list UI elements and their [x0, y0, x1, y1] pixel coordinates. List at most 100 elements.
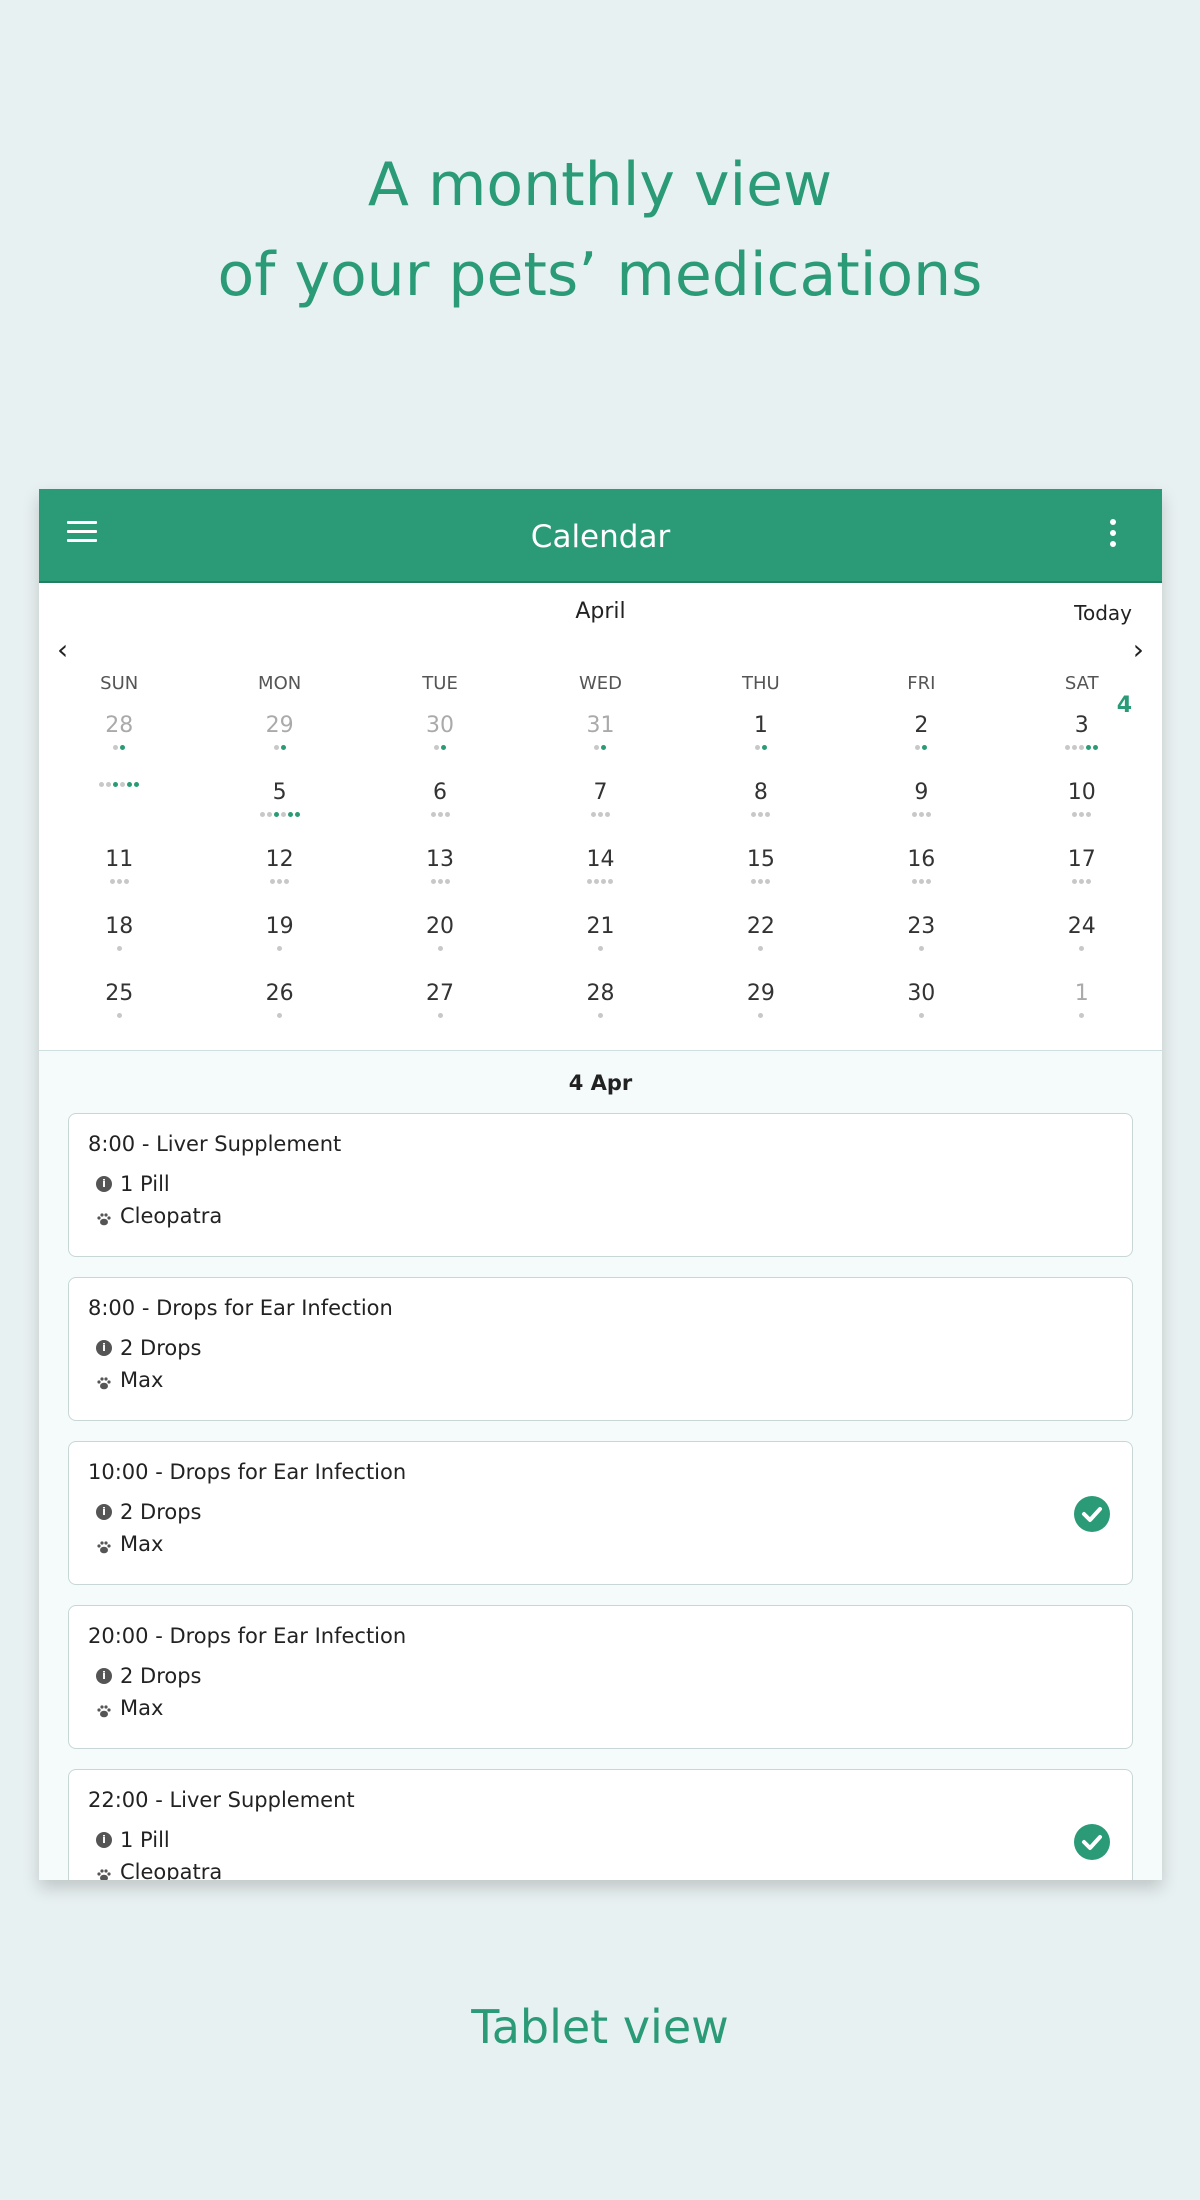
dose-dot [1079, 946, 1085, 951]
dose-dots [39, 782, 199, 787]
info-icon: i [96, 1340, 112, 1356]
day-number: 10 [1067, 780, 1096, 805]
calendar-day[interactable]: 28 [39, 711, 199, 778]
paw-icon [96, 1864, 112, 1880]
calendar-day[interactable]: 6 [360, 778, 520, 845]
calendar-day[interactable]: 29 [681, 979, 841, 1046]
dose-dot [123, 879, 129, 884]
calendar-day[interactable]: 25 [39, 979, 199, 1046]
calendar-day[interactable]: 1 [1002, 979, 1162, 1046]
calendar-day[interactable]: 11 [39, 845, 199, 912]
pet-row: Cleopatra [88, 1856, 1113, 1880]
dose-dot [918, 812, 924, 817]
dose-text: 2 Drops [120, 1500, 202, 1524]
day-number: 22 [746, 914, 775, 939]
medication-card[interactable]: 8:00 - Liver Supplement i 1 Pill Cleopatr… [68, 1113, 1133, 1257]
calendar-day[interactable]: 13 [360, 845, 520, 912]
dose-dots [841, 1013, 1001, 1018]
calendar-day[interactable]: 23 [841, 912, 1001, 979]
dose-dot [911, 879, 917, 884]
dose-taken-dot [120, 745, 126, 750]
calendar-day[interactable]: 21 [520, 912, 680, 979]
dose-dots [520, 1013, 680, 1018]
dose-text: 2 Drops [120, 1336, 202, 1360]
calendar-day[interactable]: 15 [681, 845, 841, 912]
medication-title: 8:00 - Drops for Ear Infection [88, 1296, 393, 1320]
calendar-day[interactable]: 20 [360, 912, 520, 979]
chevron-right-icon[interactable]: › [1133, 633, 1144, 666]
pet-name: Cleopatra [120, 1860, 223, 1880]
calendar-day[interactable]: 5 [199, 778, 359, 845]
calendar-day[interactable]: 18 [39, 912, 199, 979]
calendar-day[interactable]: 26 [199, 979, 359, 1046]
day-number: 28 [586, 981, 615, 1006]
calendar-day[interactable]: 8 [681, 778, 841, 845]
dose-dot [918, 946, 924, 951]
pet-name: Max [120, 1532, 164, 1556]
headline: A monthly view of your pets’ medications [0, 140, 1200, 320]
dose-dots [1002, 946, 1162, 951]
calendar-day[interactable]: 17 [1002, 845, 1162, 912]
medication-card[interactable]: 8:00 - Drops for Ear Infection i2 Drops … [68, 1277, 1133, 1421]
pet-row: Max [88, 1528, 1113, 1560]
calendar-week: 18 19 20 21 22 23 24 [39, 912, 1162, 979]
day-number: 30 [907, 981, 936, 1006]
dose-dot [597, 812, 603, 817]
dose-dots [39, 879, 199, 884]
dose-dot [608, 879, 614, 884]
calendar-day[interactable]: 28 [520, 979, 680, 1046]
calendar-day[interactable]: 30 [360, 711, 520, 778]
dose-dot [116, 879, 122, 884]
check-circle-icon[interactable] [1074, 1496, 1110, 1532]
calendar-week: 28 29 30 31 1 2 3 [39, 711, 1162, 778]
calendar-day[interactable]: 22 [681, 912, 841, 979]
day-number: 28 [105, 713, 134, 738]
pet-name: Cleopatra [120, 1204, 223, 1228]
calendar-day[interactable]: 12 [199, 845, 359, 912]
calendar-day[interactable]: 4 [39, 693, 1132, 845]
medication-card[interactable]: 22:00 - Liver Supplement i 1 Pill Cleopat… [68, 1769, 1133, 1880]
medication-card[interactable]: 20:00 - Drops for Ear Infection i 2 Drops… [68, 1605, 1133, 1749]
day-number: 15 [746, 847, 775, 872]
check-circle-icon[interactable] [1074, 1824, 1110, 1860]
calendar-day[interactable]: 27 [360, 979, 520, 1046]
calendar-day[interactable]: 19 [199, 912, 359, 979]
dose-dots [199, 1013, 359, 1018]
calendar-day[interactable]: 2 [841, 711, 1001, 778]
calendar-day[interactable]: 1 [681, 711, 841, 778]
chevron-left-icon[interactable]: ‹ [57, 633, 68, 666]
day-number: 11 [105, 847, 134, 872]
dose-dot [430, 812, 436, 817]
calendar-day[interactable]: 14 [520, 845, 680, 912]
dose-dot [116, 1013, 122, 1018]
calendar-day[interactable]: 16 [841, 845, 1001, 912]
calendar-day[interactable]: 31 [520, 711, 680, 778]
day-number: 5 [272, 780, 287, 805]
calendar-day[interactable]: 24 [1002, 912, 1162, 979]
day-number: 17 [1067, 847, 1096, 872]
dose-taken-dot [113, 782, 119, 787]
medication-title: 10:00 - Drops for Ear Infection [88, 1460, 407, 1484]
calendar-day[interactable]: 7 [520, 778, 680, 845]
calendar-day[interactable]: 3 [1002, 711, 1162, 778]
medication-card[interactable]: 10:00 - Drops for Ear Infection i 2 Drops… [68, 1441, 1133, 1585]
calendar-day[interactable]: 29 [199, 711, 359, 778]
dose-row: i 2 Drops [88, 1332, 1113, 1364]
dose-dot [1079, 745, 1085, 750]
dose-dot [594, 745, 600, 750]
dose-dot [270, 879, 276, 884]
calendar-day[interactable]: 30 [841, 979, 1001, 1046]
dose-dot [277, 1013, 283, 1018]
dose-dot [259, 812, 265, 817]
today-button[interactable]: Today [1074, 601, 1132, 625]
more-vertical-icon[interactable] [1110, 519, 1118, 552]
dose-text: 1 Pill [120, 1172, 170, 1196]
dose-row: i 2 Drops [88, 1660, 1113, 1692]
calendar-day[interactable]: 9 [841, 778, 1001, 845]
dose-taken-dot [922, 745, 928, 750]
dose-taken-dot [127, 782, 133, 787]
day-number: 23 [907, 914, 936, 939]
day-number: 16 [907, 847, 936, 872]
tablet-screen: Calendar April Today ‹ › SUN MON TUE WED THU… [39, 489, 1162, 1880]
calendar-day[interactable]: 10 [1002, 778, 1162, 845]
